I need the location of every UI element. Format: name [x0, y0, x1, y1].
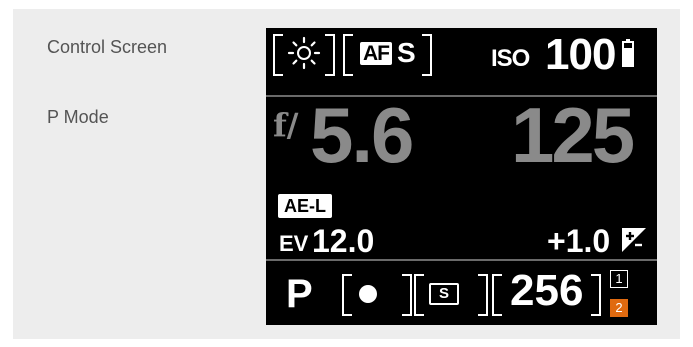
iso-label: ISO — [491, 45, 530, 72]
shutter-speed-value: 125 — [511, 91, 635, 179]
shots-bracket-left — [492, 274, 502, 316]
af-mode-value: S — [397, 37, 416, 68]
iso-value: 100 — [545, 30, 616, 79]
card-slot-2-icon: 2 — [610, 299, 628, 317]
battery-icon — [622, 39, 634, 67]
card-slot-1-icon: 1 — [610, 270, 628, 288]
f-number-label: f/ — [273, 106, 299, 144]
exposure-compensation-icon — [622, 228, 646, 252]
wb-bracket-right — [325, 34, 335, 76]
exposure-compensation-value: +1.0 — [547, 223, 611, 259]
wb-bracket-left — [273, 34, 283, 76]
screen-title: Control Screen — [47, 37, 168, 57]
control-screen: AF S ISO 100 f/ 5.6 125 AE-L EV 12.0 +1.… — [266, 28, 657, 325]
divider-bottom — [266, 259, 657, 261]
sun-icon — [287, 36, 321, 70]
drive-bracket-right — [478, 274, 488, 316]
af-bracket-right — [422, 34, 432, 76]
ae-lock-badge: AE-L — [278, 194, 332, 218]
shots-bracket-right — [591, 274, 601, 316]
metering-bracket-left — [342, 274, 352, 316]
aperture-value: 5.6 — [310, 91, 414, 179]
ev-value: 12.0 — [312, 223, 375, 259]
shots-remaining: 256 — [510, 266, 584, 315]
metering-icon — [359, 285, 377, 303]
af-bracket-left — [343, 34, 353, 76]
drive-bracket-left — [414, 274, 424, 316]
af-badge: AF — [360, 42, 392, 65]
metering-bracket-right — [402, 274, 412, 316]
ev-label: EV — [279, 231, 309, 256]
shooting-mode: P — [286, 272, 313, 316]
drive-mode-icon: S — [429, 283, 459, 305]
mode-title: P Mode — [47, 107, 109, 127]
